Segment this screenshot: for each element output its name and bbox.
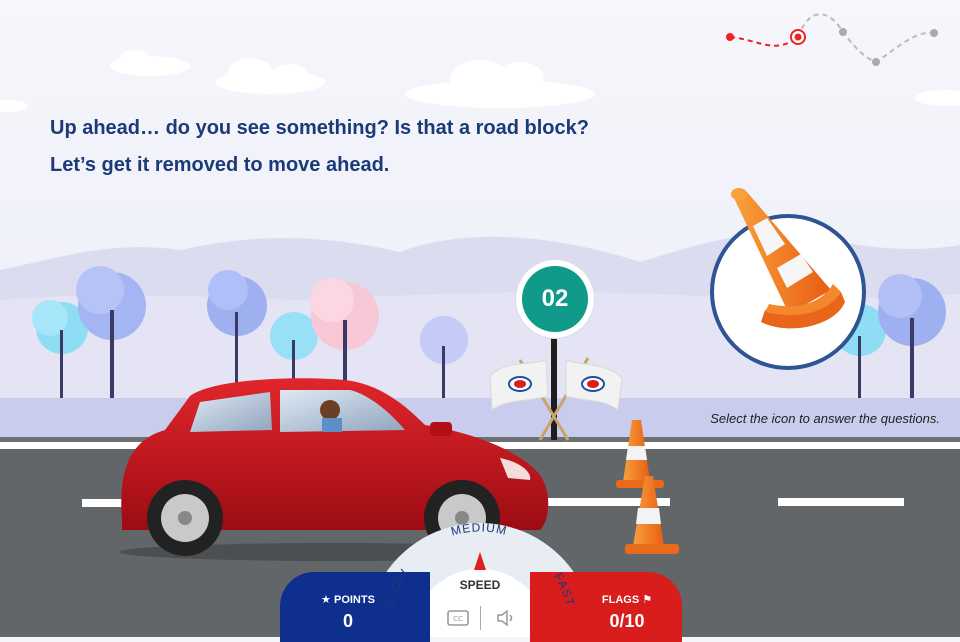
points-value: 0	[342, 611, 353, 631]
points-label: POINTS	[333, 594, 375, 606]
svg-text:CC: CC	[453, 615, 463, 623]
step-badge: 02	[516, 260, 594, 338]
points-panel: ★ POINTS 0	[280, 572, 430, 642]
flag-icon: ⚑	[642, 594, 653, 606]
traffic-cone-icon	[710, 188, 866, 370]
headline-line-1: Up ahead… do you see something? Is that …	[50, 117, 589, 139]
traffic-cone-answer-button[interactable]	[709, 186, 869, 374]
step-number: 02	[522, 266, 588, 332]
speaker-icon	[497, 609, 513, 627]
scene-headline: Up ahead… do you see something? Is that …	[50, 110, 690, 184]
flags-label: FLAGS	[601, 594, 640, 606]
speed-label: SPEED	[459, 578, 501, 592]
audio-button[interactable]	[493, 607, 519, 629]
captions-button[interactable]: CC	[445, 607, 471, 629]
flags-panel: FLAGS ⚑ 0/10	[530, 572, 682, 642]
headline-line-2: Let’s get it removed to move ahead.	[50, 154, 390, 176]
flags-value: 0/10	[609, 611, 645, 631]
flags-label-row: FLAGS ⚑	[582, 593, 672, 606]
instruction-text: Select the icon to answer the questions.	[710, 411, 940, 426]
hud-divider	[480, 606, 481, 630]
star-icon: ★	[321, 594, 331, 606]
captions-icon: CC	[447, 610, 469, 626]
